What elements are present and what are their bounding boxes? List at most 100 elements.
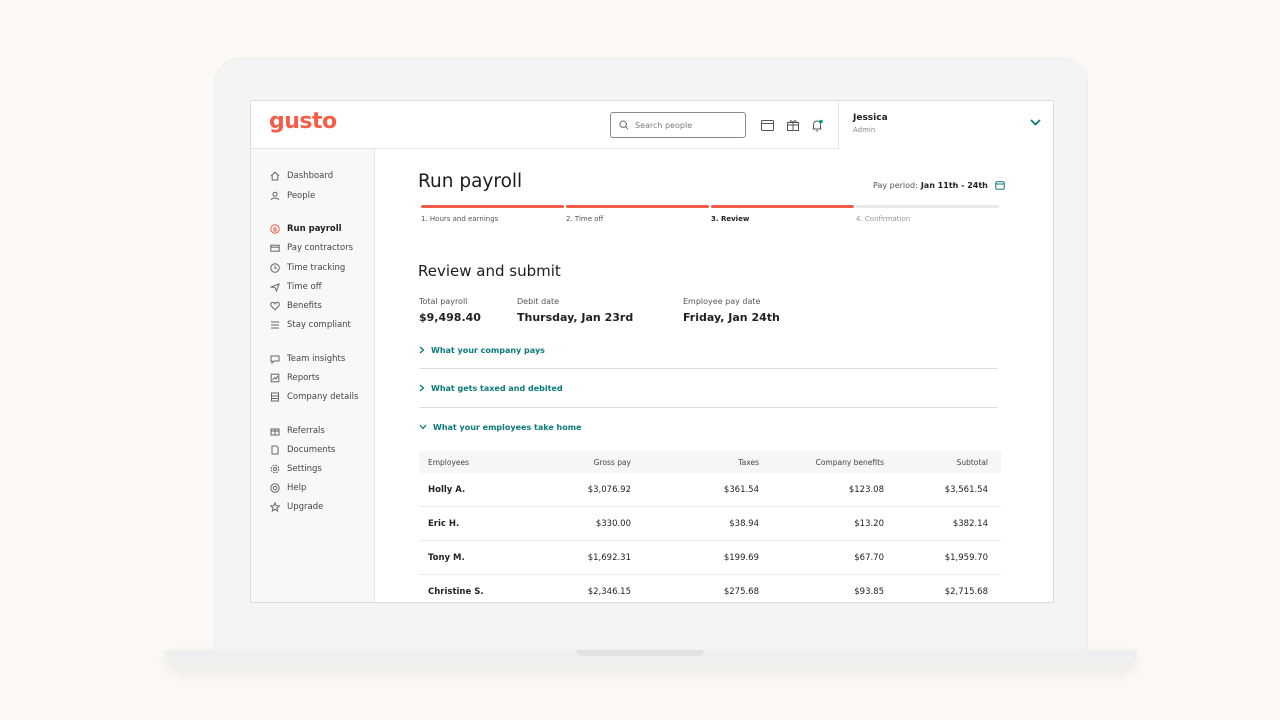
cell-gross-pay: $2,346.15 — [587, 586, 631, 597]
sidebar-item-team-insights[interactable]: Team insights — [269, 352, 345, 366]
sidebar-item-pay-contractors[interactable]: Pay contractors — [269, 241, 353, 255]
step-confirmation[interactable]: 4. Confirmation — [856, 205, 999, 223]
list-icon — [269, 319, 281, 331]
clock-icon — [269, 262, 281, 274]
sidebar-item-documents[interactable]: Documents — [269, 443, 335, 457]
bell-icon[interactable] — [809, 117, 825, 133]
cell-company-benefits: $93.85 — [854, 586, 884, 597]
sidebar-item-reports[interactable]: Reports — [269, 371, 320, 385]
cell-subtotal: $382.14 — [952, 518, 988, 529]
sidebar-item-label: Time off — [287, 282, 322, 292]
sidebar-item-company-details[interactable]: Company details — [269, 390, 358, 404]
sidebar-item-dashboard[interactable]: Dashboard — [269, 169, 333, 183]
progress-steps: 1. Hours and earnings 2. Time off 3. Rev… — [421, 205, 1001, 235]
gift-icon — [269, 425, 281, 437]
step-hours-and-earnings[interactable]: 1. Hours and earnings — [421, 205, 564, 223]
sidebar-item-stay-compliant[interactable]: Stay compliant — [269, 318, 351, 332]
people-icon — [269, 190, 281, 202]
user-role: Admin — [853, 126, 876, 134]
step-bar — [711, 205, 854, 208]
column-header-gross-pay: Gross pay — [593, 457, 631, 467]
summary-value: Friday, Jan 24th — [683, 311, 780, 324]
sidebar-item-label: Benefits — [287, 301, 322, 311]
pay-period[interactable]: Pay period: Jan 11th - 24th — [873, 180, 1005, 190]
cell-taxes: $199.69 — [723, 552, 759, 563]
gusto-logo[interactable]: gusto — [269, 109, 337, 134]
summary-label: Debit date — [517, 297, 560, 306]
accordion-employees-take-home[interactable]: What your employees take home — [419, 417, 998, 437]
sidebar-item-benefits[interactable]: Benefits — [269, 299, 322, 313]
card-icon[interactable] — [759, 117, 775, 133]
sidebar-item-referrals[interactable]: Referrals — [269, 424, 325, 438]
accordion-label: What your company pays — [431, 345, 545, 355]
main-content: Run payroll Pay period: Jan 11th - 24th … — [375, 149, 1053, 602]
cell-taxes: $361.54 — [723, 484, 759, 495]
section-title: Review and submit — [418, 262, 561, 280]
search-input[interactable] — [635, 120, 735, 130]
accordion-label: What your employees take home — [433, 422, 582, 432]
app-window: gusto Jessica Admin Dashboard — [250, 100, 1054, 603]
pay-period-label: Pay period: — [873, 180, 918, 190]
sidebar-item-label: Upgrade — [287, 502, 324, 512]
summary-label: Employee pay date — [683, 297, 761, 306]
summary-label: Total payroll — [419, 297, 468, 306]
accordion-company-pays[interactable]: What your company pays — [419, 340, 998, 360]
chevron-right-icon — [419, 384, 425, 392]
chevron-down-icon — [419, 424, 427, 430]
step-review[interactable]: 3. Review — [711, 205, 854, 223]
cell-taxes: $275.68 — [723, 586, 759, 597]
chevron-right-icon — [419, 346, 425, 354]
document-icon — [269, 444, 281, 456]
table-row[interactable]: Tony M. $1,692.31 $199.69 $67.70 $1,959.… — [419, 541, 1001, 575]
table-row[interactable]: Christine S. $2,346.15 $275.68 $93.85 $2… — [419, 575, 1001, 602]
heart-icon — [269, 300, 281, 312]
column-header-taxes: Taxes — [738, 457, 759, 467]
sidebar-item-label: Documents — [287, 445, 336, 455]
plane-icon — [269, 281, 281, 293]
column-header-employees: Employees — [428, 457, 470, 467]
cell-employee: Eric H. — [428, 518, 460, 529]
take-home-table: Employees Gross pay Taxes Company benefi… — [419, 451, 1001, 602]
calendar-icon[interactable] — [995, 180, 1005, 190]
star-icon — [269, 501, 281, 513]
sidebar-item-label: Run payroll — [287, 224, 342, 234]
summary-total-payroll: Total payroll $9,498.40 — [419, 297, 481, 324]
table-row[interactable]: Holly A. $3,076.92 $361.54 $123.08 $3,56… — [419, 473, 1001, 507]
cell-employee: Tony M. — [428, 552, 465, 563]
building-icon — [269, 391, 281, 403]
step-label: 3. Review — [711, 215, 750, 223]
sidebar-item-people[interactable]: People — [269, 189, 315, 203]
sidebar-item-label: People — [287, 191, 316, 201]
cell-company-benefits: $13.20 — [854, 518, 884, 529]
divider — [419, 407, 998, 408]
chevron-down-icon[interactable] — [1030, 119, 1041, 126]
sidebar-item-label: Help — [287, 483, 307, 493]
step-time-off[interactable]: 2. Time off — [566, 205, 709, 223]
table-row[interactable]: Eric H. $330.00 $38.94 $13.20 $382.14 — [419, 507, 1001, 541]
step-label: 1. Hours and earnings — [421, 215, 499, 223]
step-bar — [856, 205, 999, 208]
search-box[interactable] — [610, 112, 746, 138]
sidebar-item-help[interactable]: Help — [269, 481, 306, 495]
step-bar — [566, 205, 709, 208]
sidebar-item-settings[interactable]: Settings — [269, 462, 322, 476]
summary-value: Thursday, Jan 23rd — [517, 311, 634, 324]
pay-period-value: Jan 11th - 24th — [920, 180, 988, 190]
sidebar-item-time-tracking[interactable]: Time tracking — [269, 261, 345, 275]
sidebar-item-time-off[interactable]: Time off — [269, 280, 322, 294]
gift-icon[interactable] — [785, 117, 801, 133]
cell-employee: Holly A. — [428, 484, 466, 495]
cell-employee: Christine S. — [428, 586, 484, 597]
dollar-icon: $ — [269, 223, 281, 235]
sidebar-item-run-payroll[interactable]: $ Run payroll — [269, 222, 342, 236]
cell-subtotal: $1,959.70 — [944, 552, 988, 563]
cell-subtotal: $3,561.54 — [944, 484, 988, 495]
sidebar-item-upgrade[interactable]: Upgrade — [269, 500, 323, 514]
table-header: Employees Gross pay Taxes Company benefi… — [419, 451, 1001, 473]
column-header-subtotal: Subtotal — [956, 457, 988, 467]
svg-text:$: $ — [273, 225, 278, 233]
cell-gross-pay: $3,076.92 — [587, 484, 631, 495]
cell-taxes: $38.94 — [729, 518, 759, 529]
cell-gross-pay: $330.00 — [595, 518, 631, 529]
accordion-taxed-and-debited[interactable]: What gets taxed and debited — [419, 378, 998, 398]
